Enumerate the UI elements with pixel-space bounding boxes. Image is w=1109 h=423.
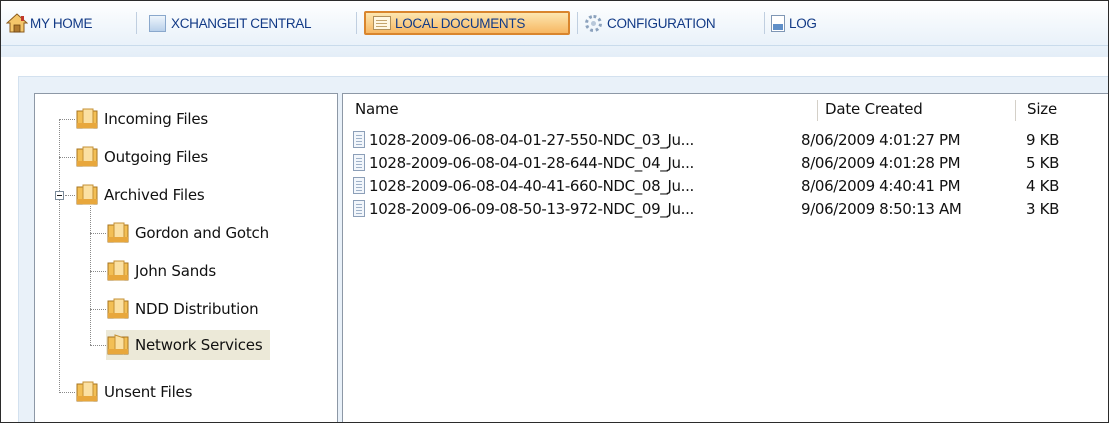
- file-name: 1028-2009-06-08-04-01-27-550-NDC_03_Ju..…: [369, 131, 694, 149]
- table-row[interactable]: 1028-2009-06-08-04-01-28-644-NDC_04_Ju..…: [343, 153, 1103, 174]
- tab-my-home[interactable]: MY HOME: [5, 11, 93, 35]
- tab-xchangeit-central[interactable]: XCHANGEIT CENTRAL: [149, 11, 311, 35]
- tree-connector: [59, 119, 75, 120]
- tree-connector: [90, 345, 106, 346]
- file-date: 8/06/2009 4:40:41 PM: [801, 177, 961, 195]
- file-list: Name Date Created Size 1028-2009-06-08-0…: [342, 93, 1108, 422]
- folder-icon: [75, 108, 99, 130]
- tree-item-label: NDD Distribution: [135, 300, 259, 318]
- file-size: 3 KB: [1026, 200, 1060, 218]
- table-row[interactable]: 1028-2009-06-09-08-50-13-972-NDC_09_Ju..…: [343, 199, 1103, 220]
- tree-item-label: Gordon and Gotch: [135, 224, 269, 242]
- tab-label: MY HOME: [30, 16, 93, 31]
- tree-item-label: Outgoing Files: [104, 148, 208, 166]
- tree-connector: [65, 195, 75, 196]
- folder-icon: [75, 381, 99, 403]
- table-row[interactable]: 1028-2009-06-08-04-01-27-550-NDC_03_Ju..…: [343, 130, 1103, 151]
- column-header-date-created[interactable]: Date Created: [825, 94, 1015, 124]
- documents-icon: [373, 16, 391, 30]
- tree-item-network-services[interactable]: Network Services: [106, 330, 271, 360]
- tree-item-label: Incoming Files: [104, 110, 209, 128]
- tree-connector: [90, 271, 106, 272]
- tab-label: LOG: [789, 16, 817, 31]
- tree-item-john-sands[interactable]: John Sands: [106, 256, 216, 286]
- file-size: 4 KB: [1026, 177, 1060, 195]
- folder-icon: [106, 222, 130, 244]
- column-divider[interactable]: [817, 100, 818, 121]
- tree-item-ndd-distribution[interactable]: NDD Distribution: [106, 294, 259, 324]
- tree-item-label: Archived Files: [104, 186, 205, 204]
- column-header-name[interactable]: Name: [355, 94, 815, 124]
- toolbar-separator: [577, 12, 578, 34]
- tree-connector: [90, 233, 106, 234]
- tab-label: XCHANGEIT CENTRAL: [171, 16, 312, 31]
- tab-configuration[interactable]: CONFIGURATION: [585, 11, 716, 35]
- home-icon: [5, 13, 29, 33]
- tree-item-label: John Sands: [135, 262, 216, 280]
- file-name: 1028-2009-06-09-08-50-13-972-NDC_09_Ju..…: [369, 200, 694, 218]
- file-icon: [353, 154, 365, 171]
- file-date: 9/06/2009 8:50:13 AM: [801, 200, 962, 218]
- folder-icon: [75, 146, 99, 168]
- gear-icon: [585, 14, 602, 32]
- column-divider[interactable]: [1015, 100, 1016, 121]
- column-header-size[interactable]: Size: [1027, 94, 1097, 124]
- tree-connector: [90, 206, 91, 345]
- file-date: 8/06/2009 4:01:28 PM: [801, 154, 961, 172]
- toolbar-separator: [764, 12, 765, 34]
- top-toolbar: MY HOME XCHANGEIT CENTRAL LOCAL DOCUMENT…: [1, 1, 1108, 57]
- file-icon: [353, 131, 365, 148]
- file-date: 8/06/2009 4:01:27 PM: [801, 131, 961, 149]
- file-name: 1028-2009-06-08-04-01-28-644-NDC_04_Ju..…: [369, 154, 694, 172]
- central-icon: [149, 14, 166, 32]
- tree-item-incoming-files[interactable]: Incoming Files: [75, 104, 208, 134]
- tab-log[interactable]: LOG: [771, 11, 817, 35]
- collapse-toggle[interactable]: [55, 191, 64, 200]
- app-window: MY HOME XCHANGEIT CENTRAL LOCAL DOCUMENT…: [0, 0, 1109, 423]
- table-row[interactable]: 1028-2009-06-08-04-40-41-660-NDC_08_Ju..…: [343, 176, 1103, 197]
- tab-label: CONFIGURATION: [607, 16, 716, 31]
- folder-tree: Incoming Files Outgoing Files Archived F…: [34, 93, 338, 422]
- folder-icon: [75, 184, 99, 206]
- tree-item-gordon-and-gotch[interactable]: Gordon and Gotch: [106, 218, 269, 248]
- toolbar-divider: [1, 45, 1108, 46]
- toolbar-separator: [356, 12, 357, 34]
- folder-icon: [106, 260, 130, 282]
- log-icon: [771, 14, 785, 32]
- tab-label: LOCAL DOCUMENTS: [395, 16, 526, 31]
- file-size: 5 KB: [1026, 154, 1060, 172]
- tree-connector: [90, 309, 106, 310]
- file-name: 1028-2009-06-08-04-40-41-660-NDC_08_Ju..…: [369, 177, 694, 195]
- file-icon: [353, 200, 365, 217]
- tree-connector: [59, 119, 60, 393]
- tree-connector: [59, 157, 75, 158]
- file-icon: [353, 177, 365, 194]
- tree-item-unsent-files[interactable]: Unsent Files: [75, 377, 192, 407]
- folder-icon: [106, 298, 130, 320]
- tree-item-label: Network Services: [135, 336, 263, 354]
- tree-item-archived-files[interactable]: Archived Files: [75, 180, 205, 210]
- tree-item-label: Unsent Files: [104, 383, 193, 401]
- tree-item-outgoing-files[interactable]: Outgoing Files: [75, 142, 208, 172]
- folder-open-icon: [106, 334, 130, 356]
- toolbar-separator: [136, 12, 137, 34]
- tab-local-documents[interactable]: LOCAL DOCUMENTS: [364, 11, 570, 35]
- file-size: 9 KB: [1026, 131, 1060, 149]
- tree-connector: [59, 392, 75, 393]
